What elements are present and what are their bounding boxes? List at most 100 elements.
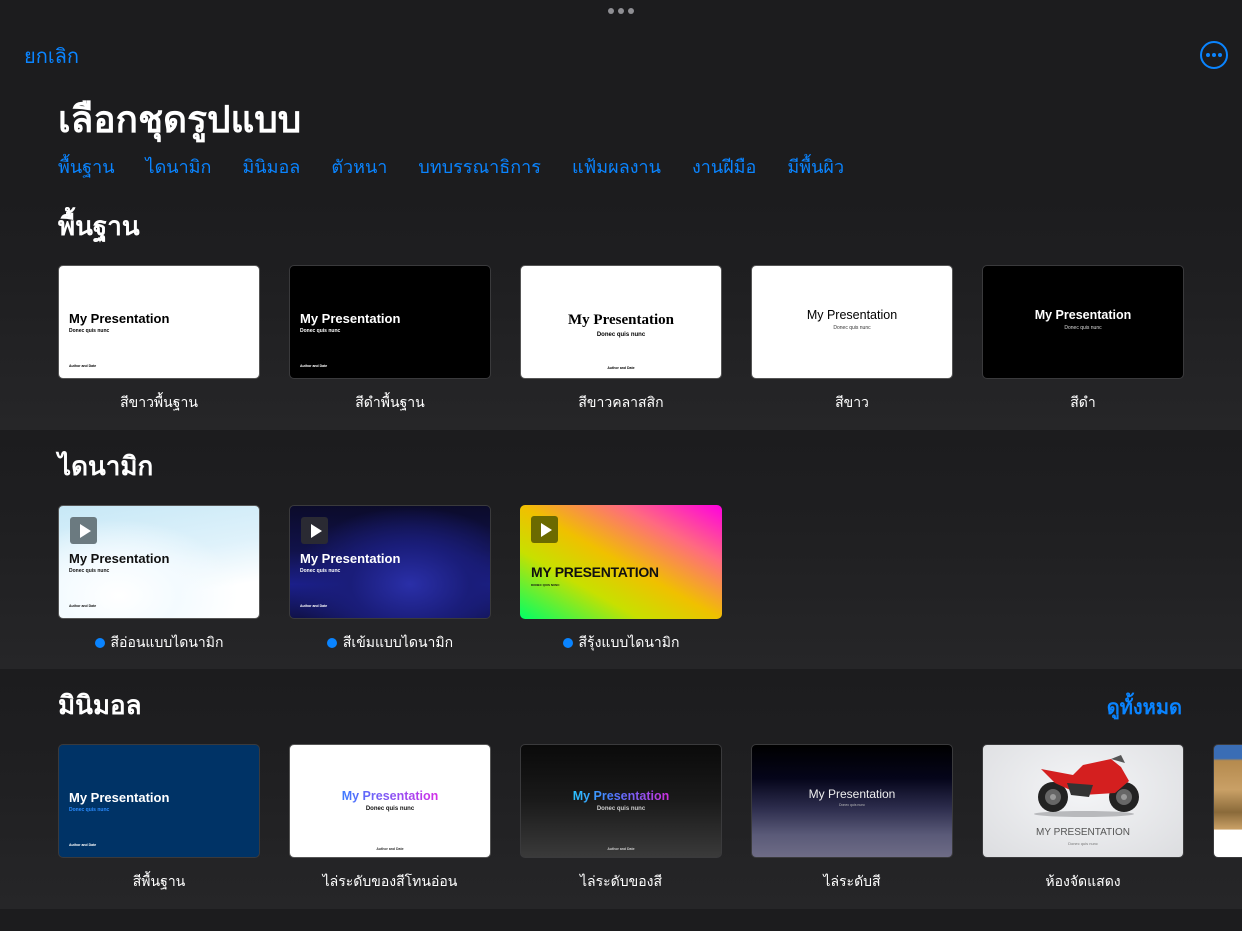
theme-thumbnail: My Presentation Donec quis nunc Author a…	[520, 744, 722, 858]
theme-thumbnail: MY PRESENTATION DONEC QUIS NUNC	[520, 505, 722, 619]
section-heading: ไดนามิก	[58, 452, 154, 482]
theme-tile-classic-white[interactable]: My Presentation Donec quis nunc Author a…	[520, 265, 722, 414]
thumb-subtitle: Donec quis nunc	[300, 568, 341, 574]
thumb-author: Author and Date	[69, 364, 97, 368]
theme-tile-partial[interactable]	[1213, 744, 1242, 858]
category-craft[interactable]: งานฝีมือ	[692, 152, 756, 181]
thumb-title: My Presentation	[300, 551, 401, 566]
section-basic: พื้นฐาน My Presentation Donec quis nunc …	[0, 190, 1242, 430]
thumb-author: Author and Date	[300, 604, 328, 608]
dynamic-dot-icon	[562, 638, 573, 648]
theme-thumbnail: My Presentation Donec quis nunc Author a…	[289, 265, 491, 379]
grabber-dot	[618, 8, 624, 14]
category-dynamic[interactable]: ไดนามิก	[146, 152, 212, 181]
theme-tile-basic-white[interactable]: My Presentation Donec quis nunc Author a…	[58, 265, 260, 414]
theme-label: สีอ่อนแบบไดนามิก	[58, 632, 260, 654]
theme-tile-black[interactable]: My Presentation Donec quis nunc สีดำ	[982, 265, 1184, 414]
thumb-title: My Presentation	[808, 787, 896, 801]
thumb-title: My Presentation	[69, 311, 170, 326]
thumb-author: Author and Date	[300, 364, 328, 368]
thumb-subtitle: Donec quis nunc	[69, 807, 110, 813]
thumb-subtitle: Donec quis nunc	[69, 568, 110, 574]
thumb-subtitle: Donec quis nunc	[833, 325, 871, 331]
grabber-dot	[628, 8, 634, 14]
motorcycle-image	[1034, 755, 1139, 817]
thumb-subtitle: Donec quis nunc	[365, 806, 415, 812]
theme-label-text: สีรุ้งแบบไดนามิก	[578, 635, 680, 651]
theme-tile-showroom[interactable]: MY PRESENTATION Donec quis nunc ห้องจัดแ…	[982, 744, 1184, 893]
thumb-subtitle: Donec quis nunc	[69, 328, 110, 334]
theme-label: สีรุ้งแบบไดนามิก	[520, 632, 722, 654]
category-portfolio[interactable]: แฟ้มผลงาน	[572, 152, 661, 181]
thumb-subtitle: DONEC QUIS NUNC	[531, 583, 560, 587]
grabber-dot	[608, 8, 614, 14]
section-dynamic: ไดนามิก My Presentation Donec quis nunc …	[0, 430, 1242, 669]
thumb-subtitle: Donec quis nunc	[838, 803, 866, 807]
thumb-author: Author and Date	[607, 366, 635, 370]
theme-label: สีดำ	[1070, 395, 1096, 411]
building-image	[1213, 744, 1242, 858]
theme-label-text: สีเข้มแบบไดนามิก	[342, 635, 454, 651]
page-title: เลือกชุดรูปแบบ	[58, 98, 302, 141]
theme-thumbnail: My Presentation Donec quis nunc	[751, 744, 953, 858]
theme-tile-color-gradient-light[interactable]: My Presentation Donec quis nunc Author a…	[289, 744, 491, 893]
thumb-title: My Presentation	[1034, 308, 1132, 322]
section-heading: พื้นฐาน	[58, 212, 140, 242]
theme-tile-dynamic-rainbow[interactable]: MY PRESENTATION DONEC QUIS NUNC สีรุ้งแบ…	[520, 505, 722, 654]
dynamic-dot-icon	[94, 638, 105, 648]
category-nav: พื้นฐาน ไดนามิก มินิมอล ตัวหนา บทบรรณาธิ…	[58, 152, 844, 181]
category-editorial[interactable]: บทบรรณาธิการ	[418, 152, 541, 181]
thumb-subtitle: Donec quis nunc	[596, 332, 646, 338]
play-icon	[70, 517, 97, 544]
theme-label: ไล่ระดับสี	[823, 874, 881, 890]
theme-thumbnail: My Presentation Donec quis nunc Author a…	[289, 505, 491, 619]
theme-tile-dynamic-light[interactable]: My Presentation Donec quis nunc Author a…	[58, 505, 260, 654]
dynamic-dot-icon	[326, 638, 337, 648]
thumb-subtitle: Donec quis nunc	[1068, 841, 1098, 846]
category-minimal[interactable]: มินิมอล	[242, 152, 300, 181]
theme-tile-white[interactable]: My Presentation Donec quis nunc สีขาว	[751, 265, 953, 414]
category-textured[interactable]: มีพื้นผิว	[787, 152, 844, 181]
thumb-subtitle: Donec quis nunc	[1064, 325, 1102, 331]
theme-label: ห้องจัดแสดง	[1045, 874, 1121, 890]
theme-label: สีพื้นฐาน	[132, 874, 186, 890]
thumb-title: My Presentation	[69, 790, 170, 805]
theme-thumbnail: My Presentation Donec quis nunc	[982, 265, 1184, 379]
theme-tile-dynamic-dark[interactable]: My Presentation Donec quis nunc Author a…	[289, 505, 491, 654]
theme-label: ไล่ระดับของสี	[580, 874, 662, 890]
theme-label: สีขาวคลาสสิก	[578, 395, 664, 411]
thumb-title: My Presentation	[568, 312, 674, 328]
theme-thumbnail: My Presentation Donec quis nunc Author a…	[58, 265, 260, 379]
play-icon	[531, 516, 558, 543]
theme-label: สีขาว	[835, 395, 869, 411]
theme-tile-gradient[interactable]: My Presentation Donec quis nunc ไล่ระดับ…	[751, 744, 953, 893]
category-bold[interactable]: ตัวหนา	[331, 152, 387, 181]
theme-thumbnail: MY PRESENTATION Donec quis nunc	[982, 744, 1184, 858]
play-icon	[301, 517, 328, 544]
thumb-author: Author and Date	[69, 604, 97, 608]
category-basic[interactable]: พื้นฐาน	[58, 152, 115, 181]
thumb-subtitle: Donec quis nunc	[596, 806, 646, 812]
thumb-author: Author and Date	[376, 847, 404, 851]
theme-label: สีดำพื้นฐาน	[355, 395, 425, 411]
theme-tile-basic-color[interactable]: My Presentation Donec quis nunc Author a…	[58, 744, 260, 893]
thumb-title: MY PRESENTATION	[531, 564, 659, 580]
theme-tile-basic-black[interactable]: My Presentation Donec quis nunc Author a…	[289, 265, 491, 414]
theme-label: สีเข้มแบบไดนามิก	[289, 632, 491, 654]
ellipsis-circle-icon[interactable]	[1200, 41, 1228, 69]
theme-tile-color-gradient[interactable]: My Presentation Donec quis nunc Author a…	[520, 744, 722, 893]
thumb-title: My Presentation	[572, 789, 670, 803]
thumb-title: My Presentation	[341, 789, 439, 803]
theme-label-text: สีอ่อนแบบไดนามิก	[110, 635, 224, 651]
theme-thumbnail: My Presentation Donec quis nunc Author a…	[289, 744, 491, 858]
cancel-button[interactable]: ยกเลิก	[24, 40, 79, 72]
sheet-grabber[interactable]	[608, 8, 634, 14]
theme-label: ไล่ระดับของสีโทนอ่อน	[322, 874, 458, 890]
section-minimal: มินิมอล ดูทั้งหมด My Presentation Donec …	[0, 669, 1242, 909]
see-all-button[interactable]: ดูทั้งหมด	[1107, 691, 1182, 723]
thumb-author: Author and Date	[607, 847, 635, 851]
theme-thumbnail: My Presentation Donec quis nunc Author a…	[520, 265, 722, 379]
theme-thumbnail: My Presentation Donec quis nunc Author a…	[58, 505, 260, 619]
thumb-title: My Presentation	[300, 311, 401, 326]
thumb-subtitle: Donec quis nunc	[300, 328, 341, 334]
